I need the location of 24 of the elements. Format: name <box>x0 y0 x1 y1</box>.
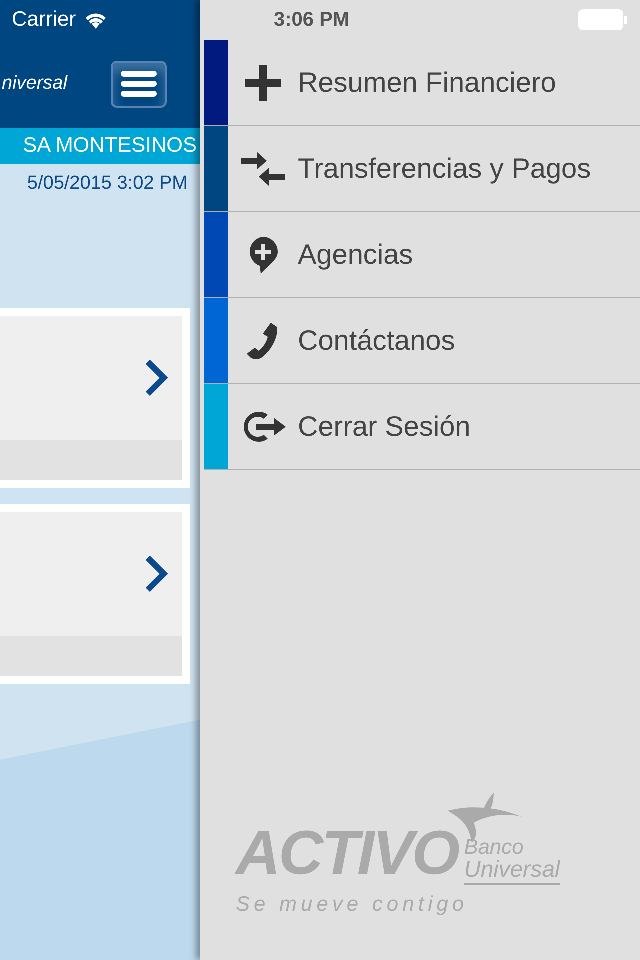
menu-item[interactable]: Resumen Financiero <box>204 40 640 126</box>
menu-item[interactable]: Contáctanos <box>204 298 640 384</box>
menu-item[interactable]: Transferencias y Pagos <box>204 126 640 212</box>
menu-button[interactable] <box>111 60 167 108</box>
menu-label: Transferencias y Pagos <box>298 152 592 186</box>
logo-text: niversal <box>1 72 68 96</box>
plus-icon <box>243 62 283 102</box>
account-card[interactable] <box>0 504 190 684</box>
menu-item[interactable]: Cerrar Sesión <box>204 384 640 470</box>
menu-label: Contáctanos <box>298 324 456 358</box>
menu-label: Resumen Financiero <box>298 66 556 100</box>
menu-label: Agencias <box>298 238 414 272</box>
menu-label: Cerrar Sesión <box>298 410 471 444</box>
user-name: SA MONTESINOS <box>23 133 197 160</box>
wifi-icon <box>84 11 108 29</box>
chevron-right-icon <box>144 554 170 594</box>
menu-icon <box>121 70 157 98</box>
status-time: 3:06 PM <box>274 8 350 33</box>
battery-icon <box>578 9 628 31</box>
last-access-date: 5/05/2015 3:02 PM <box>27 172 188 196</box>
carrier-label: Carrier <box>12 7 76 34</box>
chevron-right-icon <box>144 358 170 398</box>
menu-item[interactable]: Agencias <box>204 212 640 298</box>
account-card[interactable] <box>0 308 190 488</box>
